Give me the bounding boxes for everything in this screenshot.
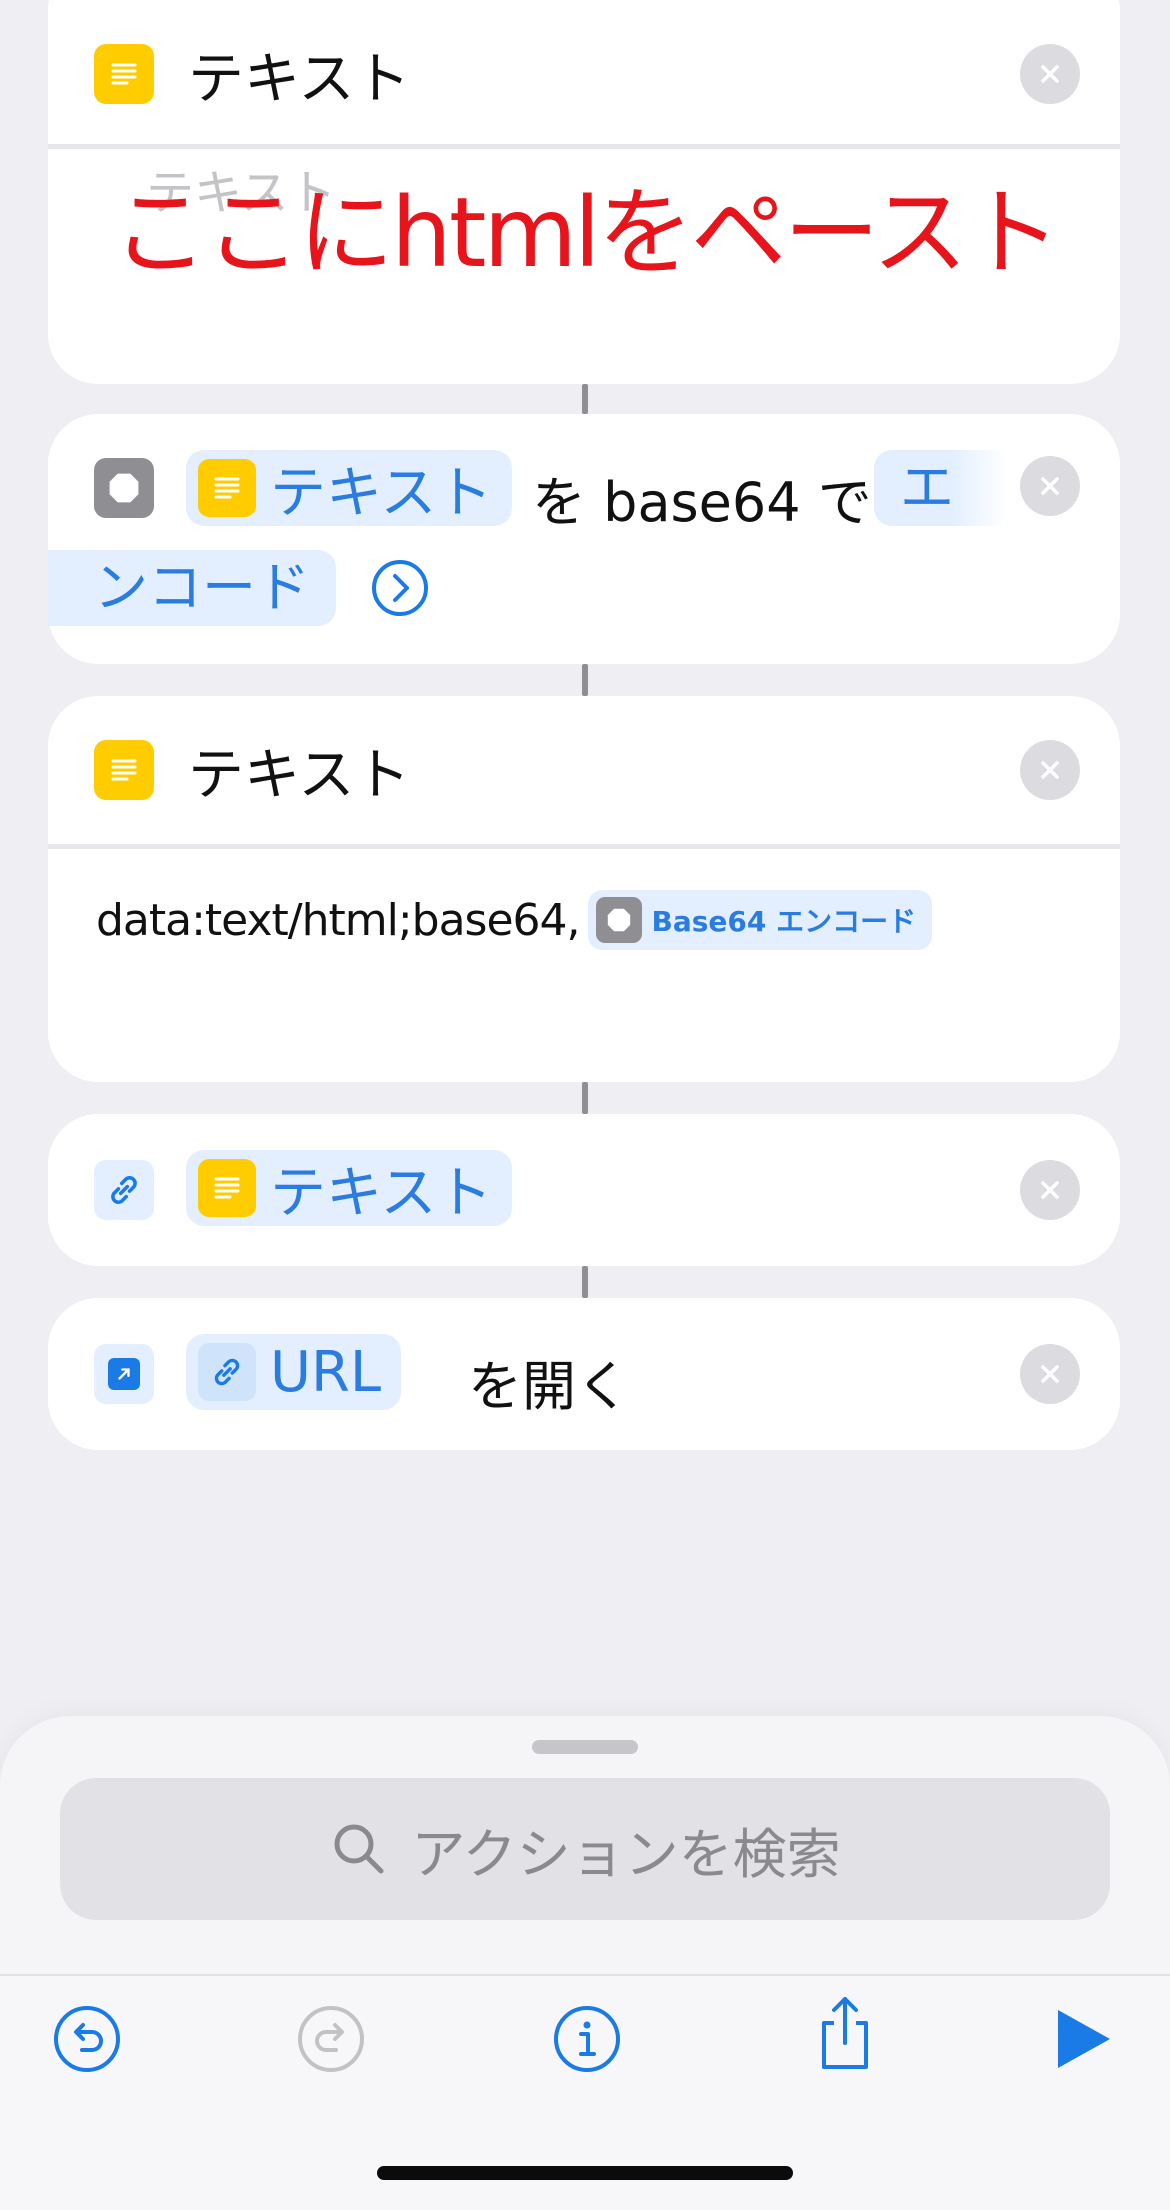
open-url-action-icon bbox=[94, 1344, 154, 1404]
remove-action-button[interactable] bbox=[1020, 44, 1080, 104]
text-document-icon bbox=[198, 1159, 256, 1217]
search-placeholder: アクションを検索 bbox=[411, 1822, 841, 1886]
card-title: テキスト bbox=[188, 47, 411, 112]
text-field[interactable]: テキスト ここにhtmlをペースト bbox=[96, 149, 1072, 339]
expand-options-button[interactable] bbox=[370, 558, 430, 618]
encode-mode-token-part1[interactable]: エ bbox=[874, 450, 1006, 526]
token-label: テキスト bbox=[270, 1160, 493, 1226]
token-label: テキスト bbox=[270, 460, 493, 526]
url-action-icon bbox=[94, 1160, 154, 1220]
base64-variable-token[interactable]: Base64 エンコード bbox=[587, 890, 933, 950]
action-description: を開く bbox=[468, 1355, 630, 1418]
text-document-icon bbox=[198, 459, 256, 517]
remove-action-button[interactable] bbox=[1020, 1160, 1080, 1220]
close-icon bbox=[1041, 1365, 1059, 1383]
text-variable-token[interactable]: テキスト bbox=[186, 450, 513, 526]
text-action-card-1[interactable]: テキスト テキスト ここにhtmlをペースト bbox=[48, 0, 1120, 384]
link-icon bbox=[111, 1176, 137, 1204]
close-icon bbox=[1041, 761, 1059, 779]
token-label: Base64 エンコード bbox=[651, 905, 917, 938]
encode-mode-token-part2[interactable]: ンコード bbox=[48, 550, 336, 626]
base64-action-icon bbox=[94, 458, 154, 518]
card-divider bbox=[48, 844, 1120, 849]
info-button[interactable] bbox=[552, 2004, 622, 2074]
redo-button[interactable] bbox=[296, 2004, 366, 2074]
info-icon bbox=[554, 2006, 620, 2072]
text-variable-token[interactable]: テキスト bbox=[186, 1150, 513, 1226]
open-arrow-icon bbox=[108, 1358, 140, 1390]
open-url-action-card[interactable]: URL を開く bbox=[48, 1298, 1120, 1450]
share-button[interactable] bbox=[810, 1997, 880, 2069]
remove-action-button[interactable] bbox=[1020, 740, 1080, 800]
close-icon bbox=[1041, 65, 1059, 83]
home-indicator bbox=[377, 2166, 793, 2180]
text-action-card-2[interactable]: テキスト data:text/html;base64, Base64 エンコード bbox=[48, 696, 1120, 1082]
close-icon bbox=[1041, 477, 1059, 495]
base64-action-icon bbox=[595, 897, 642, 943]
text-content: data:text/html;base64, bbox=[96, 894, 581, 946]
run-button[interactable] bbox=[1048, 2004, 1118, 2074]
link-icon bbox=[214, 1358, 240, 1386]
text-field[interactable]: data:text/html;base64, Base64 エンコード bbox=[96, 880, 1090, 960]
search-field[interactable]: アクションを検索 bbox=[60, 1778, 1110, 1920]
undo-button[interactable] bbox=[52, 2004, 122, 2074]
text-document-icon bbox=[94, 740, 154, 800]
play-icon bbox=[1058, 2010, 1110, 2068]
card-title: テキスト bbox=[188, 743, 411, 808]
remove-action-button[interactable] bbox=[1020, 1344, 1080, 1404]
flow-connector bbox=[582, 1082, 588, 1114]
overlay-annotation: ここにhtmlをペースト bbox=[112, 177, 1061, 289]
close-icon bbox=[1041, 1181, 1059, 1199]
url-token-icon bbox=[198, 1343, 256, 1401]
url-variable-token[interactable]: URL bbox=[186, 1334, 402, 1410]
flow-connector bbox=[582, 664, 588, 696]
flow-connector bbox=[582, 1266, 588, 1298]
chevron-right-circle-icon bbox=[372, 560, 428, 616]
action-description: を base64 で bbox=[532, 471, 872, 534]
url-action-card[interactable]: テキスト bbox=[48, 1114, 1120, 1266]
search-icon bbox=[334, 1824, 384, 1874]
action-search-sheet[interactable]: アクションを検索 bbox=[0, 1716, 1170, 1976]
base64-action-card[interactable]: テキスト を base64 で エ ンコード bbox=[48, 414, 1120, 664]
flow-connector bbox=[582, 384, 588, 414]
share-icon bbox=[822, 1997, 868, 2069]
sheet-grabber[interactable] bbox=[532, 1740, 638, 1754]
undo-icon bbox=[54, 2006, 120, 2072]
token-label: URL bbox=[270, 1339, 382, 1405]
remove-action-button[interactable] bbox=[1020, 456, 1080, 516]
redo-icon bbox=[298, 2006, 364, 2072]
text-document-icon bbox=[94, 44, 154, 104]
